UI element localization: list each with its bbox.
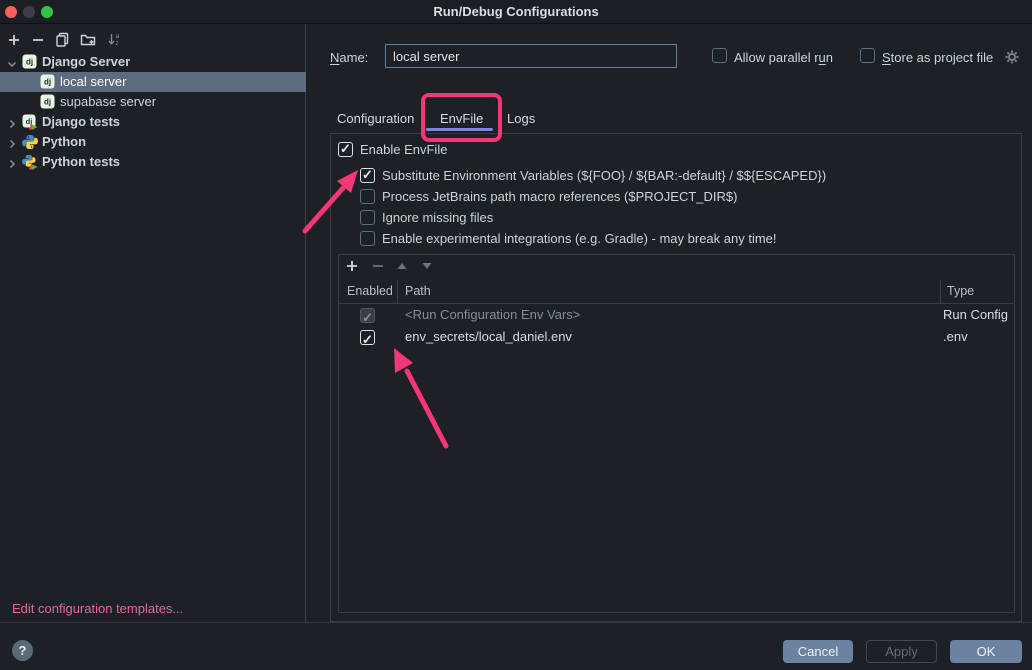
tree-item-python[interactable]: Python <box>0 132 306 152</box>
minus-icon <box>371 259 385 276</box>
tree-item-local-server[interactable]: dj local server <box>0 72 306 92</box>
tree-item-label: Python tests <box>42 152 120 172</box>
allow-parallel-run-label: Allow parallel run <box>734 50 833 65</box>
triangle-down-icon <box>421 260 433 275</box>
gear-icon[interactable] <box>1004 49 1020 68</box>
tab-logs[interactable]: Logs <box>507 107 535 131</box>
minus-icon <box>31 33 45 50</box>
sidebar-toolbar: az <box>0 28 305 54</box>
svg-text:dj: dj <box>44 78 51 87</box>
row-path: <Run Configuration Env Vars> <box>405 304 580 326</box>
store-as-project-file-label: Store as project file <box>882 50 993 65</box>
name-input[interactable] <box>385 44 677 68</box>
move-up-button[interactable] <box>393 258 411 276</box>
table-row-run-config-env-vars[interactable]: <Run Configuration Env Vars> Run Config <box>339 304 1014 326</box>
sort-configurations-button[interactable]: az <box>105 32 123 50</box>
triangle-up-icon <box>396 260 408 275</box>
tree-item-label: Django Server <box>42 52 130 72</box>
column-header-type[interactable]: Type <box>947 284 974 298</box>
tree-item-label: local server <box>60 72 126 92</box>
table-header: Enabled Path Type <box>339 280 1014 304</box>
ignore-missing-files-checkbox[interactable] <box>360 210 375 225</box>
svg-text:dj: dj <box>44 98 51 107</box>
process-path-macro-label: Process JetBrains path macro references … <box>382 189 737 204</box>
enable-envfile-checkbox[interactable] <box>338 142 353 157</box>
python-tests-icon <box>22 154 38 176</box>
move-down-button[interactable] <box>418 258 436 276</box>
copy-icon <box>55 32 70 50</box>
configurations-sidebar: az dj Django Server dj local server dj s… <box>0 24 306 622</box>
column-header-path[interactable]: Path <box>405 284 431 298</box>
experimental-integrations-label: Enable experimental integrations (e.g. G… <box>382 231 777 246</box>
tree-item-django-server[interactable]: dj Django Server <box>0 52 306 72</box>
row-enabled-checkbox[interactable] <box>360 330 375 345</box>
edit-configuration-templates-link[interactable]: Edit configuration templates... <box>12 601 183 616</box>
enable-envfile-label: Enable EnvFile <box>360 142 447 157</box>
tree-item-django-tests[interactable]: dj Django tests <box>0 112 306 132</box>
tree-item-label: Python <box>42 132 86 152</box>
copy-configuration-button[interactable] <box>53 32 71 50</box>
dialog-footer: ? Cancel Apply OK <box>0 622 1032 670</box>
dialog-title: Run/Debug Configurations <box>0 4 1032 19</box>
experimental-integrations-checkbox[interactable] <box>360 231 375 246</box>
tree-item-python-tests[interactable]: Python tests <box>0 152 306 172</box>
row-path: env_secrets/local_daniel.env <box>405 326 572 348</box>
add-env-file-button[interactable] <box>343 258 361 276</box>
store-as-project-file-checkbox[interactable] <box>860 48 875 63</box>
plus-icon <box>345 259 359 276</box>
cancel-button[interactable]: Cancel <box>783 640 853 663</box>
env-files-toolbar <box>339 255 1014 280</box>
table-row-env-secrets[interactable]: env_secrets/local_daniel.env .env <box>339 326 1014 348</box>
name-label: Name: <box>330 50 368 65</box>
process-path-macro-checkbox[interactable] <box>360 189 375 204</box>
tree-item-label: Django tests <box>42 112 120 132</box>
remove-configuration-button[interactable] <box>29 32 47 50</box>
svg-text:z: z <box>115 40 118 47</box>
plus-icon <box>7 33 21 50</box>
tab-configuration[interactable]: Configuration <box>337 107 414 131</box>
ignore-missing-files-label: Ignore missing files <box>382 210 493 225</box>
svg-text:a: a <box>115 33 119 40</box>
column-header-enabled[interactable]: Enabled <box>347 284 393 298</box>
row-enabled-checkbox <box>360 308 375 323</box>
allow-parallel-run-checkbox[interactable] <box>712 48 727 63</box>
help-button[interactable]: ? <box>12 640 33 661</box>
svg-text:dj: dj <box>26 58 33 67</box>
selected-tab-underline <box>426 128 493 131</box>
ok-button[interactable]: OK <box>950 640 1022 663</box>
remove-env-file-button[interactable] <box>369 258 387 276</box>
title-bar: Run/Debug Configurations <box>0 0 1032 24</box>
envfile-tab-panel: Enable EnvFile Substitute Environment Va… <box>330 133 1022 622</box>
column-separator <box>940 280 941 304</box>
new-folder-icon <box>80 32 96 50</box>
chevron-right-icon[interactable] <box>6 156 18 176</box>
row-type: Run Config <box>943 304 1008 326</box>
substitute-env-vars-checkbox[interactable] <box>360 168 375 183</box>
tree-item-label: supabase server <box>60 92 156 112</box>
sort-az-icon: az <box>107 32 122 50</box>
new-folder-button[interactable] <box>79 32 97 50</box>
tree-item-supabase-server[interactable]: dj supabase server <box>0 92 306 112</box>
row-type: .env <box>943 326 968 348</box>
substitute-env-vars-label: Substitute Environment Variables (${FOO}… <box>382 168 826 183</box>
add-configuration-button[interactable] <box>5 32 23 50</box>
column-separator <box>397 280 398 304</box>
env-files-table: Enabled Path Type <Run Configuration Env… <box>338 254 1015 613</box>
apply-button[interactable]: Apply <box>866 640 937 663</box>
